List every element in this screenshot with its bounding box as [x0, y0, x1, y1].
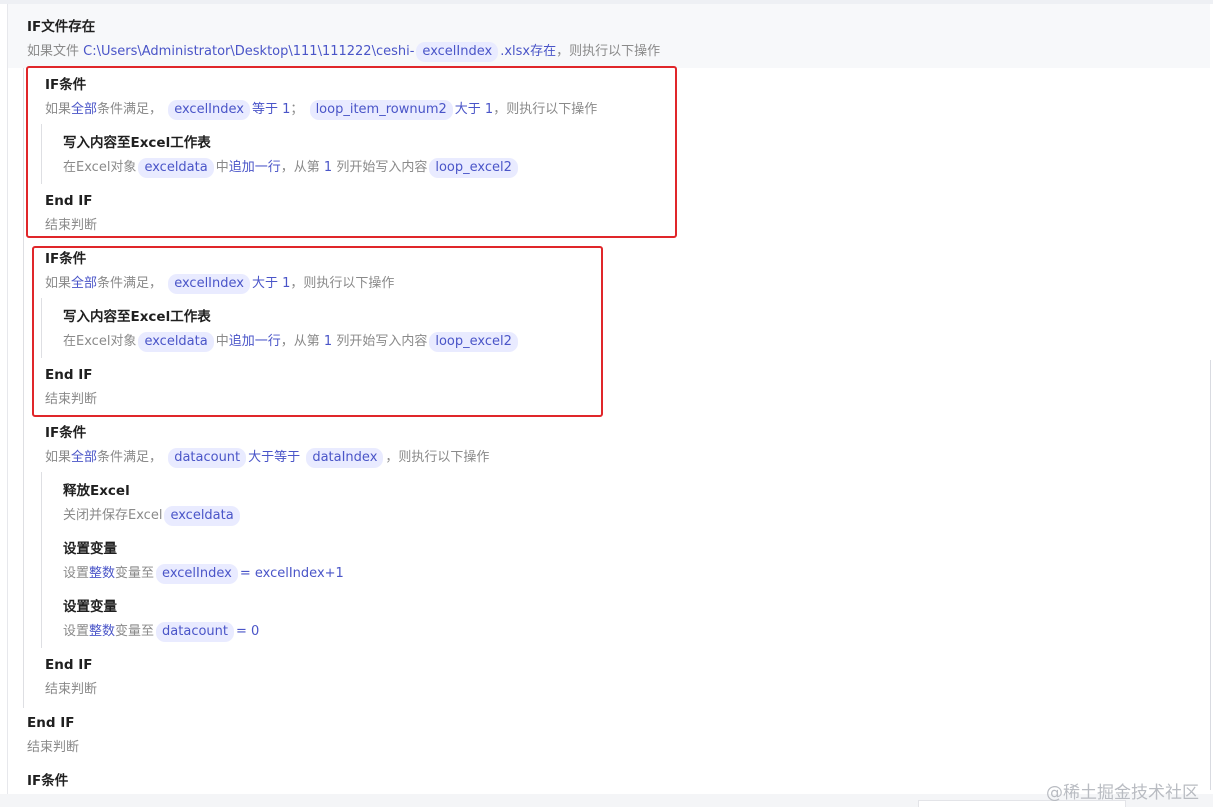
- variable-tag[interactable]: datacount: [168, 448, 247, 468]
- outer-indent-line: [7, 4, 8, 794]
- step-description: 结束判断: [27, 740, 80, 755]
- desc-text: 关闭并保存Excel: [63, 508, 163, 523]
- end-if-step-outer[interactable]: End IF 结束判断: [27, 714, 79, 759]
- assigned-value: = excelIndex+1: [239, 566, 344, 581]
- variable-tag[interactable]: exceldata: [164, 506, 240, 526]
- set-variable-step-1[interactable]: 设置变量 设置整数变量至 excelIndex = excelIndex+1: [63, 540, 344, 585]
- operator: 大于等于: [248, 450, 301, 465]
- variable-type: 整数: [89, 566, 116, 581]
- desc-text: ，则执行以下操作: [385, 450, 490, 465]
- desc-text: ，则执行以下操作: [556, 44, 661, 59]
- step-title: IF条件: [45, 425, 87, 441]
- release-excel-step[interactable]: 释放Excel 关闭并保存Excel exceldata: [63, 482, 242, 527]
- step-description: 如果全部条件满足， datacount 大于等于 dataIndex ，则执行以下操…: [45, 447, 489, 469]
- variable-tag[interactable]: datacount: [156, 622, 235, 642]
- desc-text: 变量至: [115, 624, 155, 639]
- desc-text: 设置: [63, 624, 90, 639]
- step-title: End IF: [45, 657, 93, 673]
- condition-mode: 全部: [71, 450, 98, 465]
- indent-line-level-1: [23, 68, 24, 708]
- watermark: @稀土掘金技术社区: [1046, 783, 1199, 803]
- set-variable-step-2[interactable]: 设置变量 设置整数变量至 datacount = 0: [63, 598, 259, 643]
- if-condition-step-4[interactable]: IF条件: [27, 772, 68, 790]
- desc-text: 变量至: [115, 566, 155, 581]
- variable-tag[interactable]: excelIndex: [416, 42, 499, 62]
- variable-type: 整数: [89, 624, 116, 639]
- step-title: IF文件存在: [27, 19, 96, 35]
- step-title: 释放Excel: [63, 483, 130, 499]
- assigned-value: = 0: [236, 624, 260, 639]
- file-extension: .xlsx: [500, 44, 531, 59]
- end-if-step-3[interactable]: End IF 结束判断: [45, 656, 97, 701]
- step-title: 设置变量: [63, 541, 117, 557]
- condition-keyword: 存在: [530, 44, 557, 59]
- desc-text: 如果文件: [27, 44, 84, 59]
- variable-tag[interactable]: excelIndex: [156, 564, 238, 584]
- step-description: 如果文件 C:\Users\Administrator\Desktop\111\…: [27, 41, 660, 63]
- step-description: 关闭并保存Excel exceldata: [63, 505, 242, 527]
- step-description: 结束判断: [45, 682, 98, 697]
- right-scroll-edge: [1210, 360, 1211, 790]
- highlight-box-2: [32, 246, 603, 417]
- step-title: End IF: [27, 715, 75, 731]
- if-condition-step-3[interactable]: IF条件 如果全部条件满足， datacount 大于等于 dataIndex ，则…: [45, 424, 489, 469]
- file-path: C:\Users\Administrator\Desktop\111\11122…: [83, 44, 415, 59]
- highlight-box-1: [26, 66, 677, 238]
- desc-text: 如果: [45, 450, 72, 465]
- step-title: 设置变量: [63, 599, 117, 615]
- variable-tag[interactable]: dataIndex: [306, 448, 384, 468]
- step-description: 设置整数变量至 excelIndex = excelIndex+1: [63, 563, 344, 585]
- step-description: 设置整数变量至 datacount = 0: [63, 621, 259, 643]
- step-title: IF条件: [27, 773, 69, 789]
- desc-text: 条件满足，: [97, 450, 163, 465]
- desc-text: 设置: [63, 566, 90, 581]
- indent-line-if-3: [41, 472, 42, 648]
- if-file-exists-step[interactable]: IF文件存在 如果文件 C:\Users\Administrator\Deskt…: [27, 18, 660, 63]
